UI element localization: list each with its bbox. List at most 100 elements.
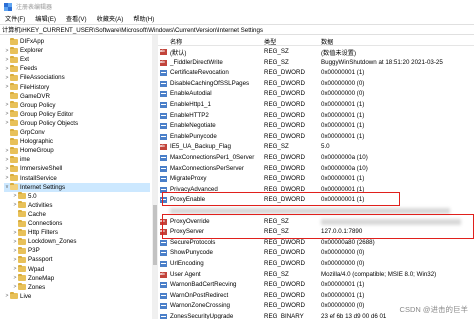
value-name: User Agent bbox=[170, 270, 201, 278]
value-row[interactable]: MaxConnectionsPer1_0Server REG_DWORD 0x000… bbox=[158, 153, 474, 162]
value-type: REG_DWORD bbox=[264, 175, 305, 183]
tree-item[interactable]: > FileHistory bbox=[4, 83, 150, 92]
scrollbar-thumb[interactable] bbox=[153, 205, 157, 265]
tree-item[interactable]: Cache bbox=[12, 210, 150, 219]
value-row[interactable]: SecureProtocols REG_DWORD 0x00000a80 (2688… bbox=[158, 238, 474, 247]
tree-item[interactable]: > ZoneMap bbox=[12, 274, 150, 283]
tree-item[interactable]: DIFxApp bbox=[4, 37, 150, 46]
tree-item[interactable]: > HomeGroup bbox=[4, 146, 150, 155]
value-data: 0x00000001 (1) bbox=[321, 69, 365, 77]
string-value-icon bbox=[160, 271, 167, 278]
value-row[interactable]: ShowPunycode REG_DWORD 0x00000000 (0) bbox=[158, 248, 474, 257]
window-title: 注册表编辑器 bbox=[16, 5, 53, 11]
tree-item[interactable]: > Group Policy Objects bbox=[4, 119, 150, 128]
tree-item[interactable]: > Group Policy bbox=[4, 101, 150, 110]
tree-item[interactable]: > Http Filters bbox=[12, 228, 150, 237]
menu-favorites[interactable]: 收藏夹(A) bbox=[92, 14, 129, 23]
tree-item[interactable]: > Zones bbox=[12, 283, 150, 292]
tree-item[interactable]: GameDVR bbox=[4, 92, 150, 101]
address-bar[interactable]: 计算机\HKEY_CURRENT_USER\Software\Microsoft… bbox=[0, 24, 474, 35]
tree-item-label: Internet Settings bbox=[20, 183, 66, 191]
value-row[interactable]: (默认) REG_SZ (数值未设置) bbox=[158, 47, 474, 57]
value-name: UrlEncoding bbox=[170, 260, 204, 267]
folder-icon bbox=[10, 83, 18, 90]
values-list[interactable]: 名称 类型 数据 (默认)REG_SZ(数值未设置)_FiddlerDirect… bbox=[158, 35, 474, 319]
value-row[interactable]: EnableAutodial REG_DWORD 0x00000000 (0) bbox=[158, 89, 474, 98]
value-type: REG_DWORD bbox=[264, 101, 305, 108]
value-name: EnablePunycode bbox=[170, 132, 217, 140]
tree-item[interactable]: Connections bbox=[12, 219, 150, 228]
value-name: _FiddlerDirectWrite bbox=[170, 58, 223, 66]
tree-item[interactable]: > Lockdown_Zones bbox=[12, 237, 150, 246]
value-row[interactable]: EnableNegotiate REG_DWORD 0x00000001 (1) bbox=[158, 121, 474, 130]
folder-icon bbox=[10, 110, 18, 118]
value-type: REG_DWORD bbox=[264, 281, 305, 289]
folder-icon bbox=[10, 174, 18, 181]
tree-item[interactable]: Holographic bbox=[4, 137, 150, 146]
value-row[interactable]: WarnonBadCertRecving REG_DWORD 0x00000001 … bbox=[158, 280, 474, 289]
value-row[interactable]: MaxConnectionsPerServer REG_DWORD 0x000000… bbox=[158, 164, 474, 173]
value-data: Mozilla/4.0 (compatible; MSIE 8.0; Win32… bbox=[321, 270, 437, 278]
string-value-icon bbox=[160, 48, 167, 55]
tree-item[interactable]: > ImmersiveShell bbox=[4, 164, 150, 173]
tree-item[interactable]: > FileAssociations bbox=[4, 73, 150, 82]
value-name: EnableNegotiate bbox=[170, 122, 216, 130]
value-row[interactable]: DisableCachingOfSSLPages REG_DWORD 0x00000… bbox=[158, 79, 474, 88]
folder-icon bbox=[10, 73, 18, 81]
value-row[interactable]: EnableHTTP2 REG_DWORD 0x00000001 (1) bbox=[158, 111, 474, 120]
tree-item[interactable]: > Wpad bbox=[12, 265, 150, 274]
menu-help[interactable]: 帮助(H) bbox=[128, 14, 159, 23]
tree-item[interactable]: > InstallService bbox=[4, 174, 150, 183]
binary-value-icon bbox=[160, 165, 167, 172]
tree-item[interactable]: > Feeds bbox=[4, 64, 150, 73]
value-type: REG_DWORD bbox=[264, 291, 305, 299]
folder-icon bbox=[18, 255, 26, 263]
tree-item[interactable]: > Ext bbox=[4, 55, 150, 64]
binary-value-icon bbox=[160, 112, 167, 119]
menu-view[interactable]: 查看(V) bbox=[61, 14, 92, 23]
tree-item[interactable]: GrpConv bbox=[4, 128, 150, 137]
column-header-data[interactable]: 数据 bbox=[321, 37, 333, 46]
value-row[interactable]: EnablePunycode REG_DWORD 0x00000001 (1) bbox=[158, 132, 474, 141]
tree-item[interactable]: >5.0 bbox=[12, 192, 150, 201]
menu-file[interactable]: 文件(F) bbox=[0, 14, 30, 23]
tree-item[interactable]: > P3P bbox=[12, 246, 150, 255]
tree-item[interactable]: > Explorer bbox=[4, 46, 150, 55]
tree-item[interactable]: > ime bbox=[4, 155, 150, 164]
value-row[interactable]: EnableHttp1_1 REG_DWORD 0x00000001 (1) bbox=[158, 100, 474, 109]
binary-value-icon bbox=[160, 102, 167, 108]
value-row[interactable]: WarnOnPostRedirect REG_DWORD 0x00000001 (1… bbox=[158, 291, 474, 300]
column-header-name[interactable]: 名称 bbox=[170, 37, 182, 46]
value-type: REG_SZ bbox=[264, 143, 289, 151]
value-name: (默认) bbox=[170, 50, 187, 57]
binary-value-icon bbox=[160, 250, 167, 257]
folder-icon bbox=[18, 228, 26, 236]
value-data: BuggyWinShutdown at 18:51:20 2021-03-25 bbox=[321, 58, 443, 66]
value-type: REG_DWORD bbox=[264, 132, 305, 140]
value-type: REG_DWORD bbox=[264, 260, 305, 267]
value-row[interactable]: MigrateProxy REG_DWORD 0x00000001 (1) bbox=[158, 174, 474, 183]
value-data: 0x00000001 (1) bbox=[321, 291, 365, 299]
tree-item[interactable]: > Activities bbox=[12, 201, 150, 210]
value-row[interactable]: CertificateRevocation REG_DWORD 0x00000001… bbox=[158, 68, 474, 77]
value-type: REG_BINARY bbox=[264, 313, 304, 319]
value-row[interactable]: UrlEncoding REG_DWORD 0x00000000 (0) bbox=[158, 259, 474, 268]
tree-item[interactable]: > Live bbox=[4, 292, 150, 301]
value-type: REG_DWORD bbox=[264, 302, 305, 310]
menu-edit[interactable]: 编辑(E) bbox=[30, 14, 61, 23]
value-name: WarnonBadCertRecving bbox=[170, 281, 237, 289]
tree-item[interactable]: > Group Policy Editor bbox=[4, 110, 150, 119]
tree-item-label: Live bbox=[20, 292, 32, 300]
key-tree[interactable]: DIFxApp > Explorer > Ext > Feeds > FileAssociati… bbox=[0, 35, 158, 319]
tree-item[interactable]: v Internet Settings bbox=[4, 182, 150, 192]
value-row[interactable]: _FiddlerDirectWrite REG_SZ BuggyWinShutdow… bbox=[158, 58, 474, 67]
column-header-type[interactable]: 类型 bbox=[264, 37, 276, 46]
value-data: 0x0000000a (10) bbox=[321, 154, 368, 161]
folder-icon bbox=[10, 37, 18, 45]
value-row[interactable]: User Agent REG_SZ Mozilla/4.0 (compatible;… bbox=[158, 270, 474, 279]
binary-value-icon bbox=[160, 282, 167, 289]
value-row[interactable]: IE5_UA_Backup_Flag REG_SZ 5.0 bbox=[158, 142, 474, 151]
tree-item[interactable]: > Passport bbox=[12, 255, 150, 264]
string-value-icon bbox=[160, 143, 167, 151]
folder-icon bbox=[10, 137, 18, 145]
